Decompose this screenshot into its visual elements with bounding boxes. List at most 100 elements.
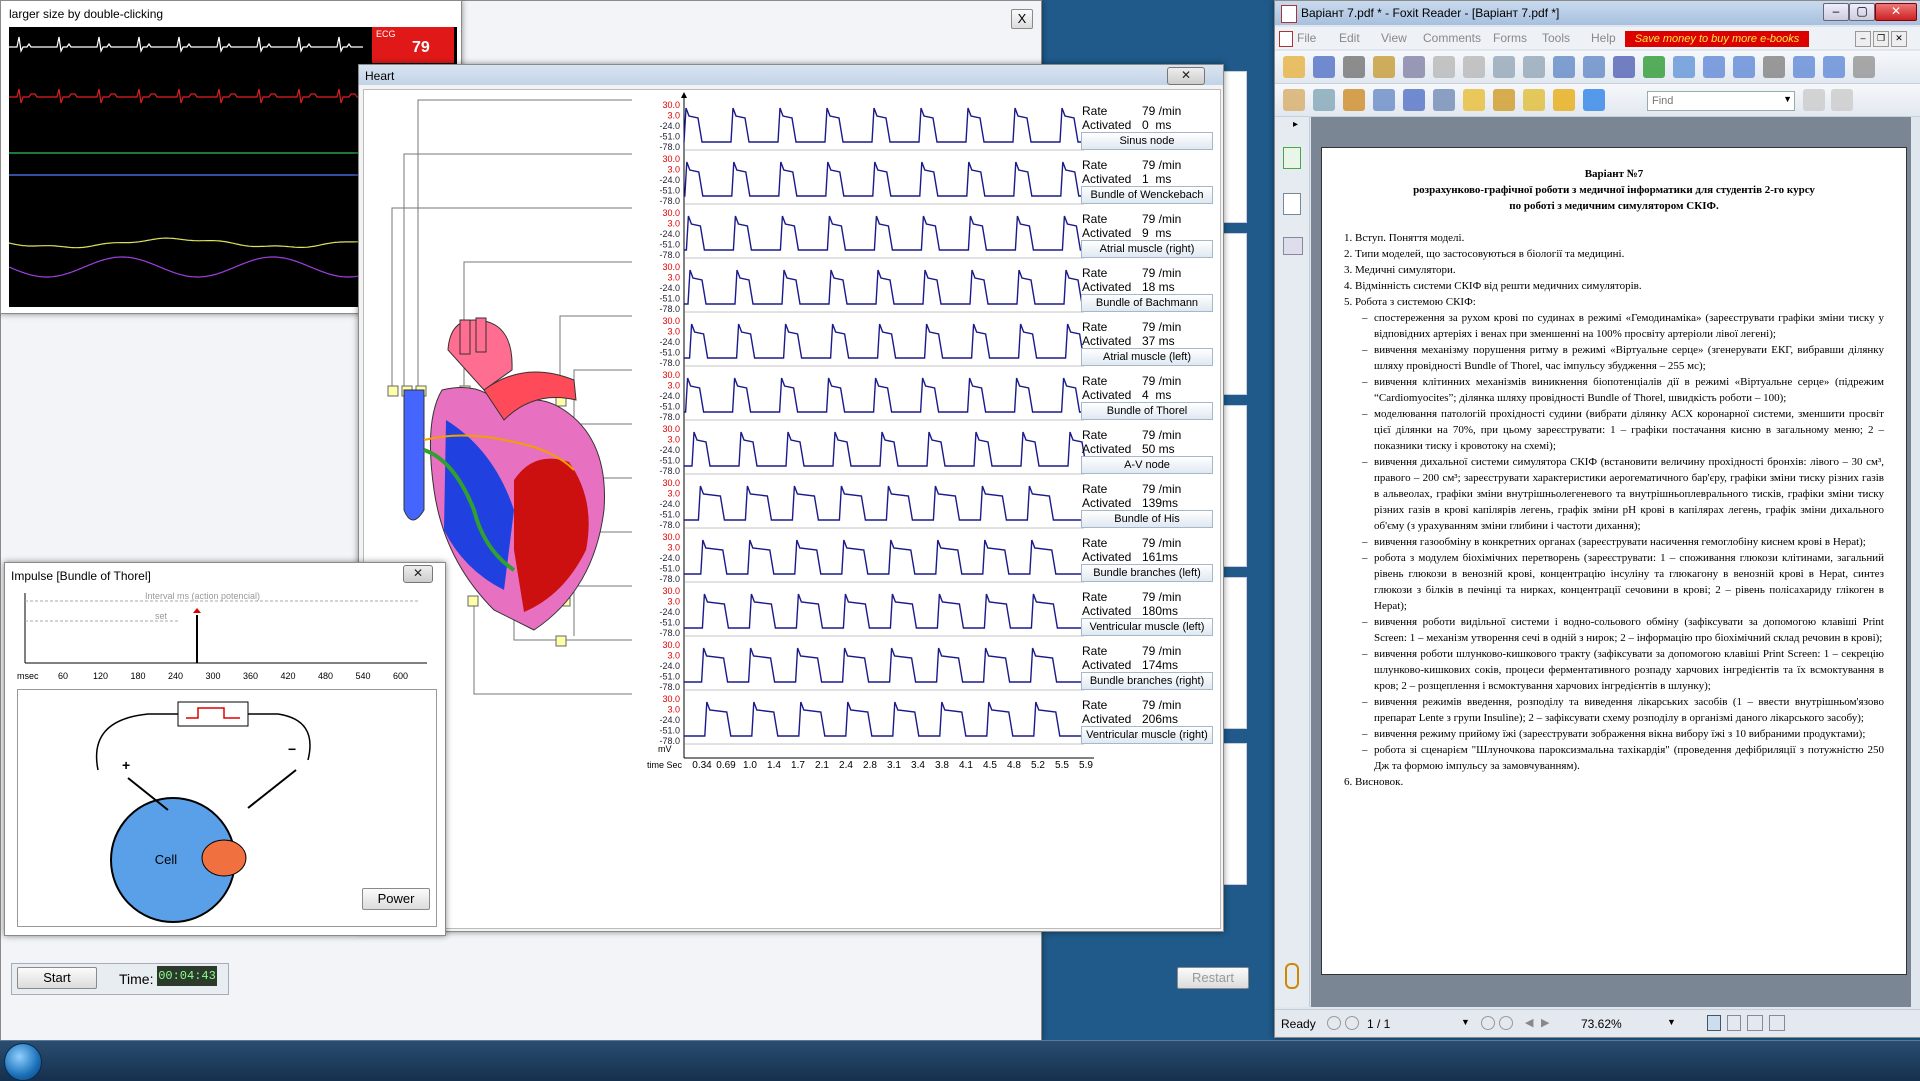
undo-icon[interactable] [1613,56,1635,78]
menu-item[interactable]: Tools [1542,31,1570,45]
node-button[interactable]: A-V node [1081,456,1213,474]
find-prev-icon[interactable] [1803,89,1825,111]
next-icon[interactable] [1523,56,1545,78]
save-icon[interactable] [1313,56,1335,78]
doc-close-button[interactable]: ✕ [1891,31,1907,47]
email-icon[interactable] [1373,56,1395,78]
find-dropdown-icon[interactable]: ▼ [1783,94,1792,104]
zoom-in-icon[interactable] [1673,56,1695,78]
maximize-button[interactable]: ▢ [1849,3,1875,21]
impulse-interval-chart[interactable]: Interval ms (action potencial) set msec 60 1… [15,591,435,683]
menu-item[interactable]: Forms [1493,31,1527,45]
pages-icon[interactable] [1283,193,1301,215]
note-icon[interactable] [1463,89,1485,111]
node-button[interactable]: Bundle of Bachmann [1081,294,1213,312]
hand-tool-icon[interactable] [1283,89,1305,111]
menu-item[interactable]: Help [1591,31,1616,45]
minimize-button[interactable]: – [1823,3,1849,21]
scan-icon[interactable] [1403,56,1425,78]
select-icon[interactable] [1343,89,1365,111]
single-page-view-icon[interactable] [1707,1015,1721,1031]
document-area[interactable]: Варіант №7 розрахунково-графічної роботи… [1311,117,1911,1007]
find-box[interactable]: ▼ [1647,91,1795,111]
select-text-icon[interactable] [1313,89,1335,111]
node-info-row: Rate 79 /min Activated 161ms Bundle branches… [1076,532,1216,586]
foxit-close-button[interactable]: ✕ [1875,3,1917,21]
node-button[interactable]: Bundle of Thorel [1081,402,1213,420]
find-next-icon[interactable] [1831,89,1853,111]
menu-item[interactable]: View [1381,31,1407,45]
find-text-icon[interactable] [1373,89,1395,111]
typewriter-icon[interactable] [1403,89,1425,111]
foxit-window[interactable]: Варіант 7.pdf * - Foxit Reader - [Варіан… [1274,0,1920,1038]
node-button[interactable]: Atrial muscle (right) [1081,240,1213,258]
back-icon[interactable]: ◀ [1525,1016,1533,1029]
menu-item[interactable]: Edit [1339,31,1360,45]
node-button[interactable]: Atrial muscle (left) [1081,348,1213,366]
attachments-icon[interactable] [1285,963,1299,989]
facing-view-icon[interactable] [1747,1015,1763,1031]
menu-item[interactable]: Comments [1423,31,1481,45]
arrow-icon[interactable] [1583,89,1605,111]
highlight-icon[interactable] [1493,89,1515,111]
fit-width-icon[interactable] [1733,56,1755,78]
next-page-icon[interactable] [1481,1016,1495,1030]
continuous-facing-view-icon[interactable] [1769,1015,1785,1031]
sidebar-collapse-icon[interactable]: ▸ [1293,119,1298,130]
prev-page-icon[interactable] [1345,1016,1359,1030]
node-button[interactable]: Bundle branches (left) [1081,564,1213,582]
heart-close-button[interactable]: ✕ [1167,67,1205,85]
open-icon[interactable] [1283,56,1305,78]
down-icon[interactable] [1463,56,1485,78]
main-close-button[interactable]: X [1011,9,1033,29]
zoom-dropdown-icon[interactable]: ▼ [1667,1017,1676,1027]
restart-button[interactable]: Restart [1177,967,1249,989]
textbox-icon[interactable] [1523,89,1545,111]
start-orb-icon[interactable] [4,1043,42,1081]
up-icon[interactable] [1433,56,1455,78]
forward-icon[interactable]: ▶ [1541,1016,1549,1029]
doc-restore-button[interactable]: ❐ [1873,31,1889,47]
extract-icon[interactable] [1553,56,1575,78]
zoom-value[interactable]: 73.62% [1581,1017,1622,1031]
page-dropdown-icon[interactable]: ▼ [1461,1017,1470,1027]
zoom-out-icon[interactable] [1793,56,1815,78]
bookmarks-icon[interactable] [1283,147,1301,169]
layers-icon[interactable] [1283,237,1303,255]
menu-item[interactable]: File [1297,31,1316,45]
node-button[interactable]: Sinus node [1081,132,1213,150]
last-page-icon[interactable] [1499,1016,1513,1030]
impulse-window[interactable]: Impulse [Bundle of Thorel] ✕ Interval ms… [4,562,446,936]
promo-banner[interactable]: Save money to buy more e-books [1625,31,1809,47]
time-tick-label: 2.1 [815,760,829,771]
activated-label: Activated [1082,334,1132,348]
page-indicator[interactable]: 1 / 1 [1367,1017,1390,1031]
node-button[interactable]: Bundle of His [1081,510,1213,528]
comment-icon[interactable] [1553,89,1575,111]
prev-icon[interactable] [1493,56,1515,78]
rotate-icon[interactable] [1763,56,1785,78]
print-icon[interactable] [1343,56,1365,78]
impulse-close-button[interactable]: ✕ [403,565,433,583]
node-info-row: Rate 79 /min Activated 174ms Bundle branches… [1076,640,1216,694]
heart-window[interactable]: Heart ✕ 30.0 3.0 -24.0 -51.0 -78.0 30.0 3.0 -24… [358,64,1224,932]
settings-icon[interactable] [1853,56,1875,78]
fit-page-icon[interactable] [1703,56,1725,78]
zoom-plus-icon[interactable] [1823,56,1845,78]
snapshot-icon[interactable] [1433,89,1455,111]
doc-item: 5. Робота з системою СКІФ: [1344,296,1476,308]
activated-label: Activated [1082,712,1132,726]
electrode-right [247,769,297,809]
power-button[interactable]: Power [362,888,430,910]
node-button[interactable]: Ventricular muscle (right) [1081,726,1213,744]
first-page-icon[interactable] [1327,1016,1341,1030]
start-button[interactable]: Start [17,967,97,989]
node-button[interactable]: Bundle of Wenckebach [1081,186,1213,204]
continuous-view-icon[interactable] [1727,1015,1741,1031]
doc-minimize-button[interactable]: – [1855,31,1871,47]
node-button[interactable]: Ventricular muscle (left) [1081,618,1213,636]
redo-icon[interactable] [1643,56,1665,78]
find-input[interactable] [1648,92,1782,110]
insert-icon[interactable] [1583,56,1605,78]
node-button[interactable]: Bundle branches (right) [1081,672,1213,690]
